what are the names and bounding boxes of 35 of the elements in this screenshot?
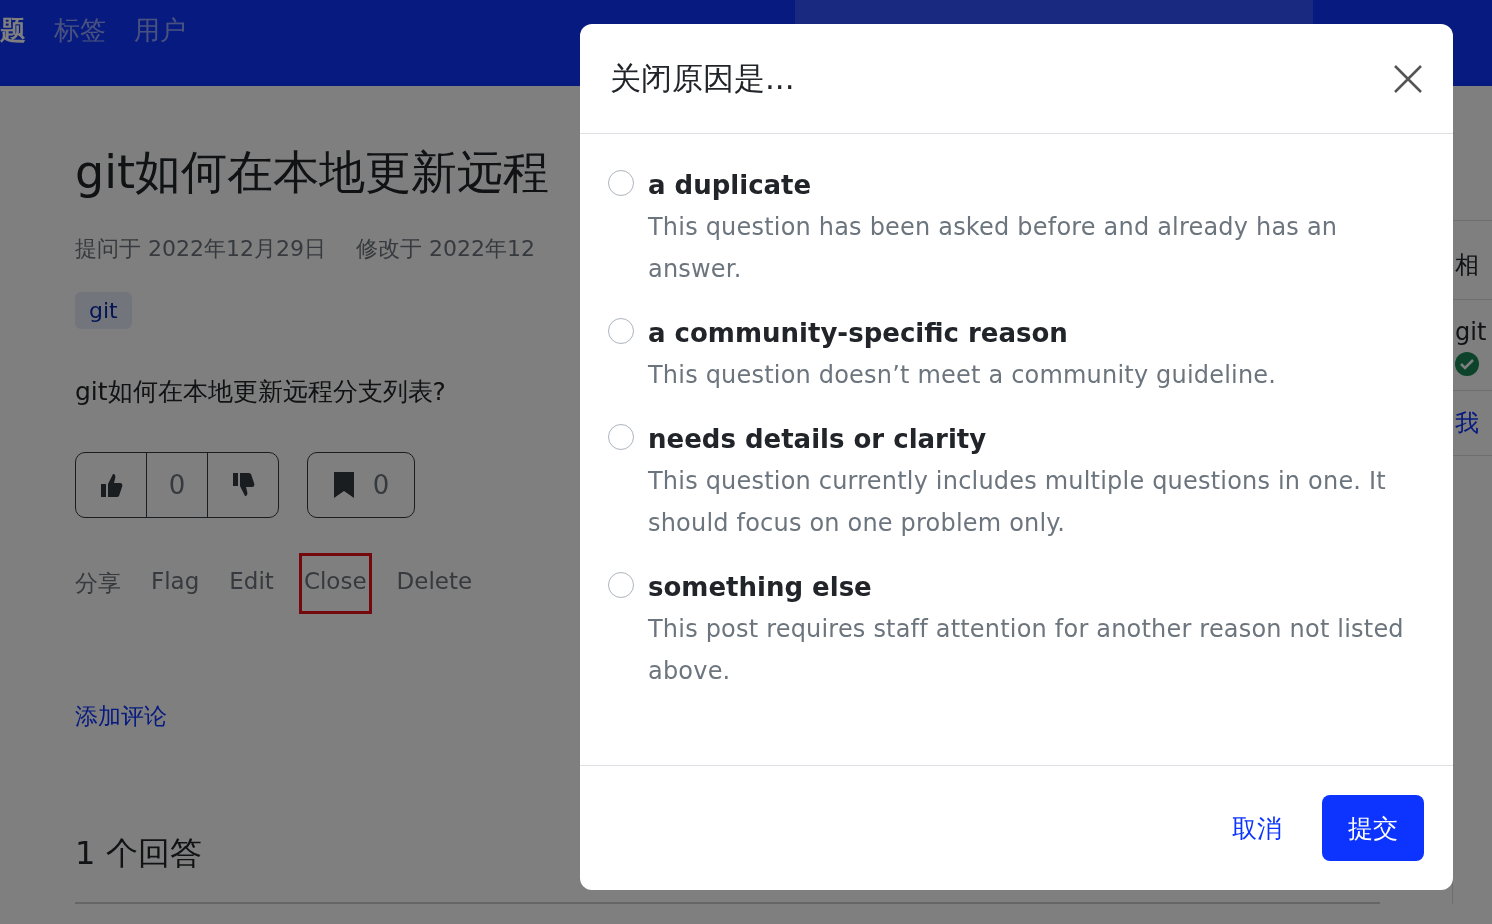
radio-button[interactable] [608, 572, 634, 598]
reason-label[interactable]: something else [648, 566, 1425, 608]
submit-button[interactable]: 提交 [1322, 795, 1424, 861]
post-action-link[interactable]: 分享 [73, 556, 123, 611]
related-question: git [1455, 318, 1488, 346]
reason-description: This question currently includes multiple questions in one. It should focus on one problem only. [648, 466, 1387, 539]
thumbs-down-icon [231, 471, 255, 499]
bookmark-button[interactable]: 0 [308, 453, 414, 517]
vote-count: 0 [146, 453, 208, 517]
modified-date: 修改于 2022年12 [356, 235, 535, 263]
reason-label[interactable]: a community-specific reason [648, 312, 1277, 354]
dialog-title: 关闭原因是... [610, 58, 795, 98]
nav-link[interactable]: 用户 [134, 12, 186, 48]
check-circle-icon [1455, 352, 1479, 376]
question-title: git如何在本地更新远程 [75, 144, 549, 201]
thumbs-up-icon [99, 471, 123, 499]
radio-button[interactable] [608, 424, 634, 450]
tag[interactable]: git [75, 292, 132, 329]
reason-description: This post requires staff attention for another reason not listed above. [648, 614, 1405, 687]
reason-description: This question has been asked before and already has an answer. [648, 212, 1339, 285]
reason-label[interactable]: needs details or clarity [648, 418, 1425, 460]
question-body: git如何在本地更新远程分支列表? [75, 376, 446, 408]
asked-date: 提问于 2022年12月29日 [75, 235, 326, 263]
nav-link[interactable]: 题 [0, 12, 26, 48]
reason-description: This question doesn’t meet a community guideline. [648, 360, 1277, 391]
post-action-link[interactable]: Close [301, 556, 369, 611]
post-action-link[interactable]: Flag [149, 556, 202, 611]
radio-button[interactable] [608, 170, 634, 196]
post-action-link[interactable]: Delete [394, 556, 475, 611]
reason-label[interactable]: a duplicate [648, 164, 1425, 206]
bookmark-icon [332, 471, 355, 499]
post-action-link[interactable]: Edit [227, 556, 276, 611]
radio-button[interactable] [608, 318, 634, 344]
add-comment-link[interactable]: 添加评论 [75, 701, 167, 732]
nav-link[interactable]: 标签 [54, 12, 106, 48]
